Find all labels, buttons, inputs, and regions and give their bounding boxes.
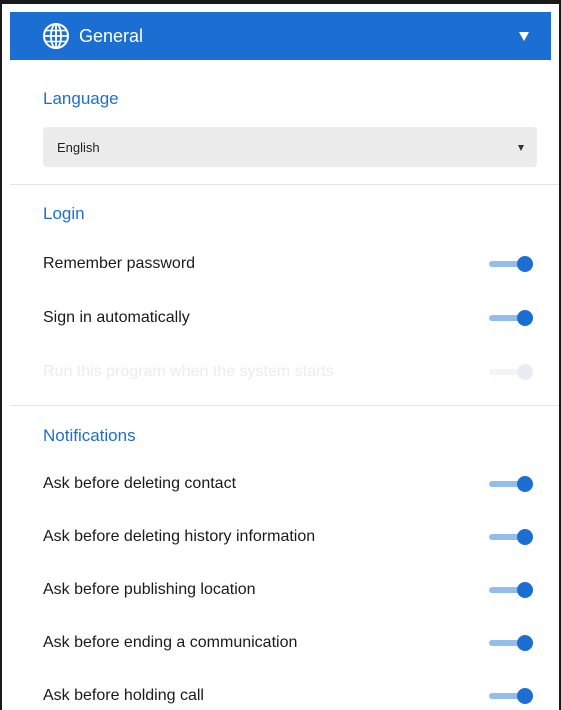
setting-toggle	[489, 363, 533, 381]
toggle-knob	[517, 529, 533, 545]
setting-row: Sign in automatically	[43, 301, 533, 335]
settings-panel: General Language English Login Remember …	[0, 0, 561, 710]
setting-row: Remember password	[43, 247, 533, 281]
language-select[interactable]: English	[43, 127, 537, 167]
toggle-knob	[517, 310, 533, 326]
toggle-knob	[517, 688, 533, 704]
setting-row: Ask before ending a communication	[43, 626, 533, 660]
setting-toggle[interactable]	[489, 581, 533, 599]
setting-toggle[interactable]	[489, 475, 533, 493]
setting-label: Ask before deleting contact	[43, 475, 237, 492]
setting-row: Ask before publishing location	[43, 573, 533, 607]
setting-toggle[interactable]	[489, 255, 533, 273]
section-divider	[10, 405, 559, 406]
language-select-value: English	[57, 139, 100, 155]
setting-label: Ask before holding call	[43, 687, 204, 704]
section-divider	[10, 184, 559, 185]
setting-toggle[interactable]	[489, 634, 533, 652]
setting-label: Ask before ending a communication	[43, 634, 298, 651]
collapse-caret-icon[interactable]	[519, 32, 529, 41]
setting-row: Ask before deleting history information	[43, 520, 533, 554]
general-section-header[interactable]: General	[10, 12, 551, 60]
notifications-section-title: Notifications	[43, 426, 136, 445]
setting-toggle[interactable]	[489, 687, 533, 705]
general-section-title: General	[79, 25, 144, 46]
dropdown-arrow-icon	[518, 145, 524, 151]
setting-label: Ask before deleting history information	[43, 528, 316, 545]
toggle-knob	[517, 364, 533, 380]
setting-row: Run this program when the system starts	[43, 355, 533, 389]
toggle-knob	[517, 476, 533, 492]
language-section-title: Language	[43, 89, 119, 108]
setting-label: Ask before publishing location	[43, 581, 256, 598]
setting-row: Ask before deleting contact	[43, 467, 533, 501]
setting-label: Remember password	[43, 255, 196, 272]
setting-row: Ask before holding call	[43, 679, 533, 710]
setting-toggle[interactable]	[489, 309, 533, 327]
toggle-knob	[517, 256, 533, 272]
toggle-knob	[517, 635, 533, 651]
login-section-title: Login	[43, 204, 85, 223]
toggle-knob	[517, 582, 533, 598]
setting-label: Run this program when the system starts	[43, 363, 334, 380]
globe-icon	[43, 23, 69, 49]
setting-label: Sign in automatically	[43, 309, 190, 326]
setting-toggle[interactable]	[489, 528, 533, 546]
